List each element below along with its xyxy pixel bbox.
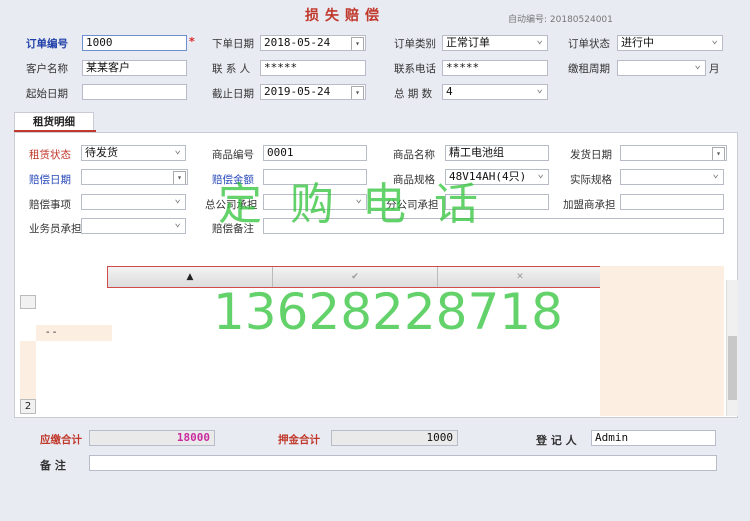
- grid-row-header: [20, 341, 36, 399]
- order-date-label: 下单日期: [212, 38, 254, 50]
- comp-item-select[interactable]: [81, 194, 186, 210]
- actual-spec-label: 实际规格: [570, 174, 612, 186]
- rent-cycle-select[interactable]: [617, 60, 706, 76]
- due-total-label: 应缴合计: [40, 434, 82, 446]
- due-total-field: 18000: [89, 430, 215, 446]
- watermark-order-phone: 定购电话: [218, 179, 506, 230]
- order-status-select[interactable]: 进行中: [617, 35, 723, 51]
- order-type-select[interactable]: 正常订单: [442, 35, 548, 51]
- registrar-label: 登 记 人: [536, 434, 577, 447]
- comp-date-label: 赔偿日期: [29, 174, 71, 186]
- contact-label: 联 系 人: [212, 63, 251, 75]
- registrar-field[interactable]: Admin: [591, 430, 716, 446]
- actual-spec-select[interactable]: [620, 169, 724, 185]
- end-date-label: 截止日期: [212, 88, 254, 100]
- rent-cycle-label: 缴租周期: [568, 63, 610, 75]
- rent-cycle-unit: 月: [709, 63, 720, 75]
- ship-date-label: 发货日期: [570, 149, 612, 161]
- watermark-phone-number: 13628228718: [213, 283, 563, 341]
- rent-status-select[interactable]: 待发货: [81, 145, 186, 161]
- start-date-field[interactable]: [82, 84, 187, 100]
- grid-row-selector[interactable]: [20, 295, 36, 309]
- note-label: 备 注: [40, 459, 66, 472]
- product-name-field[interactable]: 精工电池组: [445, 145, 549, 161]
- product-name-label: 商品名称: [393, 149, 435, 161]
- vertical-scrollbar[interactable]: [726, 280, 738, 416]
- tab-rental-detail[interactable]: 租货明细: [14, 112, 94, 132]
- franchise-bear-label: 加盟商承担: [563, 199, 616, 211]
- sales-bear-select[interactable]: [81, 218, 186, 234]
- grid-cell-text: - -: [46, 327, 57, 338]
- customer-label: 客户名称: [26, 63, 68, 75]
- phone-field[interactable]: *****: [442, 60, 548, 76]
- note-field[interactable]: [89, 455, 717, 471]
- sales-bear-label: 业务员承担: [29, 223, 82, 235]
- franchise-bear-field[interactable]: [620, 194, 724, 210]
- ship-date-picker[interactable]: [620, 145, 727, 161]
- grid-row-number: 2: [20, 399, 36, 414]
- customer-field[interactable]: 某某客户: [82, 60, 187, 76]
- product-code-field[interactable]: 0001: [263, 145, 367, 161]
- order-no-label: 订单编号: [26, 38, 68, 50]
- deposit-total-label: 押金合计: [278, 434, 320, 446]
- grid-cell[interactable]: - -: [36, 325, 112, 341]
- phone-label: 联系电话: [394, 63, 436, 75]
- order-no-field[interactable]: 1000: [82, 35, 187, 51]
- auto-number: 自动编号: 20180524001: [508, 15, 613, 25]
- order-type-label: 订单类别: [394, 38, 436, 50]
- end-date-picker[interactable]: 2019-05-24: [260, 84, 366, 100]
- contact-field[interactable]: *****: [260, 60, 366, 76]
- scrollbar-thumb[interactable]: [728, 336, 737, 400]
- order-status-label: 订单状态: [568, 38, 610, 50]
- periods-label: 总 期 数: [394, 88, 433, 100]
- rent-status-label: 租赁状态: [29, 149, 71, 161]
- comp-date-picker[interactable]: [81, 169, 188, 185]
- periods-select[interactable]: 4: [442, 84, 548, 100]
- grid-side-panel: [600, 266, 724, 416]
- required-mark: *: [189, 35, 195, 48]
- start-date-label: 起始日期: [26, 88, 68, 100]
- order-date-picker[interactable]: 2018-05-24: [260, 35, 366, 51]
- product-code-label: 商品编号: [212, 149, 254, 161]
- deposit-total-field: 1000: [331, 430, 458, 446]
- comp-item-label: 赔偿事项: [29, 199, 71, 211]
